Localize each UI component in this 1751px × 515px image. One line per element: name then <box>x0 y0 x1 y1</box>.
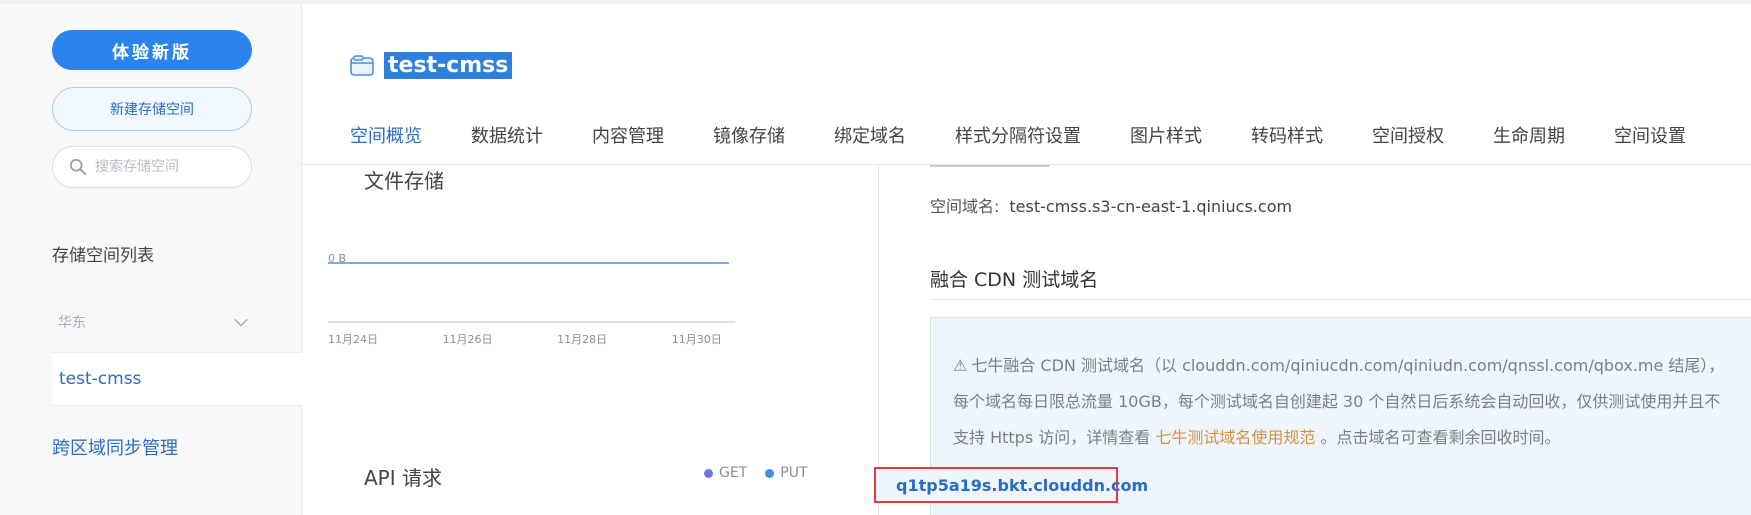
tab-lifecycle[interactable]: 生命周期 <box>1493 122 1565 162</box>
try-new-version-button[interactable]: 体验新版 <box>52 30 252 70</box>
legend-dot-get <box>704 468 713 478</box>
bucket-item-test-cmss[interactable]: test-cmss <box>52 352 302 406</box>
legend-dot-put <box>765 468 775 478</box>
tab-mirror-storage[interactable]: 镜像存储 <box>713 122 785 162</box>
overview-charts-panel: 文件存储 0 B 11月24日 11月26日 11月28日 11月30日 API 请求 … <box>302 165 879 515</box>
clipped-previous-row <box>930 159 1230 169</box>
bucket-info-panel: 空间域名: test-cmss.s3-cn-east-1.qiniucs.com … <box>880 165 1751 515</box>
tab-overview[interactable]: 空间概览 <box>350 122 422 162</box>
bucket-icon <box>350 54 374 76</box>
tab-style-separator[interactable]: 样式分隔符设置 <box>955 122 1081 162</box>
x-tick-label: 11月30日 <box>672 333 722 346</box>
notice-text-part2: 。点击域名可查看剩余回收时间。 <box>1320 428 1561 447</box>
tab-image-style[interactable]: 图片样式 <box>1130 122 1202 162</box>
tab-content-management[interactable]: 内容管理 <box>592 122 664 162</box>
page-title: test-cmss <box>384 52 513 79</box>
legend-item-put[interactable]: PUT <box>765 465 808 481</box>
divider <box>930 299 1751 300</box>
new-bucket-button[interactable]: 新建存储空间 <box>52 87 252 131</box>
bucket-search[interactable] <box>52 146 252 188</box>
test-domain-link[interactable]: q1tp5a19s.bkt.clouddn.com <box>874 467 1148 503</box>
chevron-down-icon <box>234 318 248 327</box>
tab-bucket-settings[interactable]: 空间设置 <box>1614 122 1686 162</box>
tab-bind-domain[interactable]: 绑定域名 <box>834 122 906 162</box>
tab-transcode-style[interactable]: 转码样式 <box>1251 122 1323 162</box>
api-requests-title: API 请求 <box>364 466 442 490</box>
tab-statistics[interactable]: 数据统计 <box>471 122 543 162</box>
cdn-notice-text: ⚠ 七牛融合 CDN 测试域名（以 clouddn.com/qiniucdn.co… <box>953 348 1733 456</box>
region-select[interactable]: 华东 <box>58 304 252 340</box>
bucket-domain-label: 空间域名: <box>930 197 1000 216</box>
bucket-header: test-cmss 空间概览 数据统计 内容管理 镜像存储 绑定域名 样式分隔符… <box>302 4 1751 165</box>
bucket-domain-row: 空间域名: test-cmss.s3-cn-east-1.qiniucs.com <box>930 193 1292 217</box>
bucket-title-row: test-cmss <box>350 52 513 79</box>
legend-item-get[interactable]: GET <box>704 465 747 481</box>
test-domain-rules-link[interactable]: 七牛测试域名使用规范 <box>1155 428 1315 447</box>
tab-bar: 空间概览 数据统计 内容管理 镜像存储 绑定域名 样式分隔符设置 图片样式 转码… <box>350 122 1735 162</box>
api-legend: GET PUT <box>704 465 808 481</box>
cdn-test-domain-title: 融合 CDN 测试域名 <box>930 269 1099 291</box>
region-label: 华东 <box>58 315 86 331</box>
cross-region-sync-link[interactable]: 跨区域同步管理 <box>52 434 178 460</box>
legend-label-get: GET <box>719 465 748 481</box>
bucket-domain-value: test-cmss.s3-cn-east-1.qiniucs.com <box>1009 197 1293 216</box>
sidebar: 体验新版 新建存储空间 存储空间列表 华东 test-cmss 跨区域同步管理 <box>0 4 302 515</box>
bucket-list-title: 存储空间列表 <box>52 246 154 266</box>
x-tick-label: 11月24日 <box>328 333 378 346</box>
warning-icon: ⚠ <box>953 356 968 375</box>
search-icon <box>69 158 87 176</box>
tab-bucket-authorization[interactable]: 空间授权 <box>1372 122 1444 162</box>
x-tick-label: 11月28日 <box>557 333 607 346</box>
x-tick-label: 11月26日 <box>443 333 493 346</box>
legend-label-put: PUT <box>780 465 808 481</box>
search-input[interactable] <box>95 159 235 175</box>
